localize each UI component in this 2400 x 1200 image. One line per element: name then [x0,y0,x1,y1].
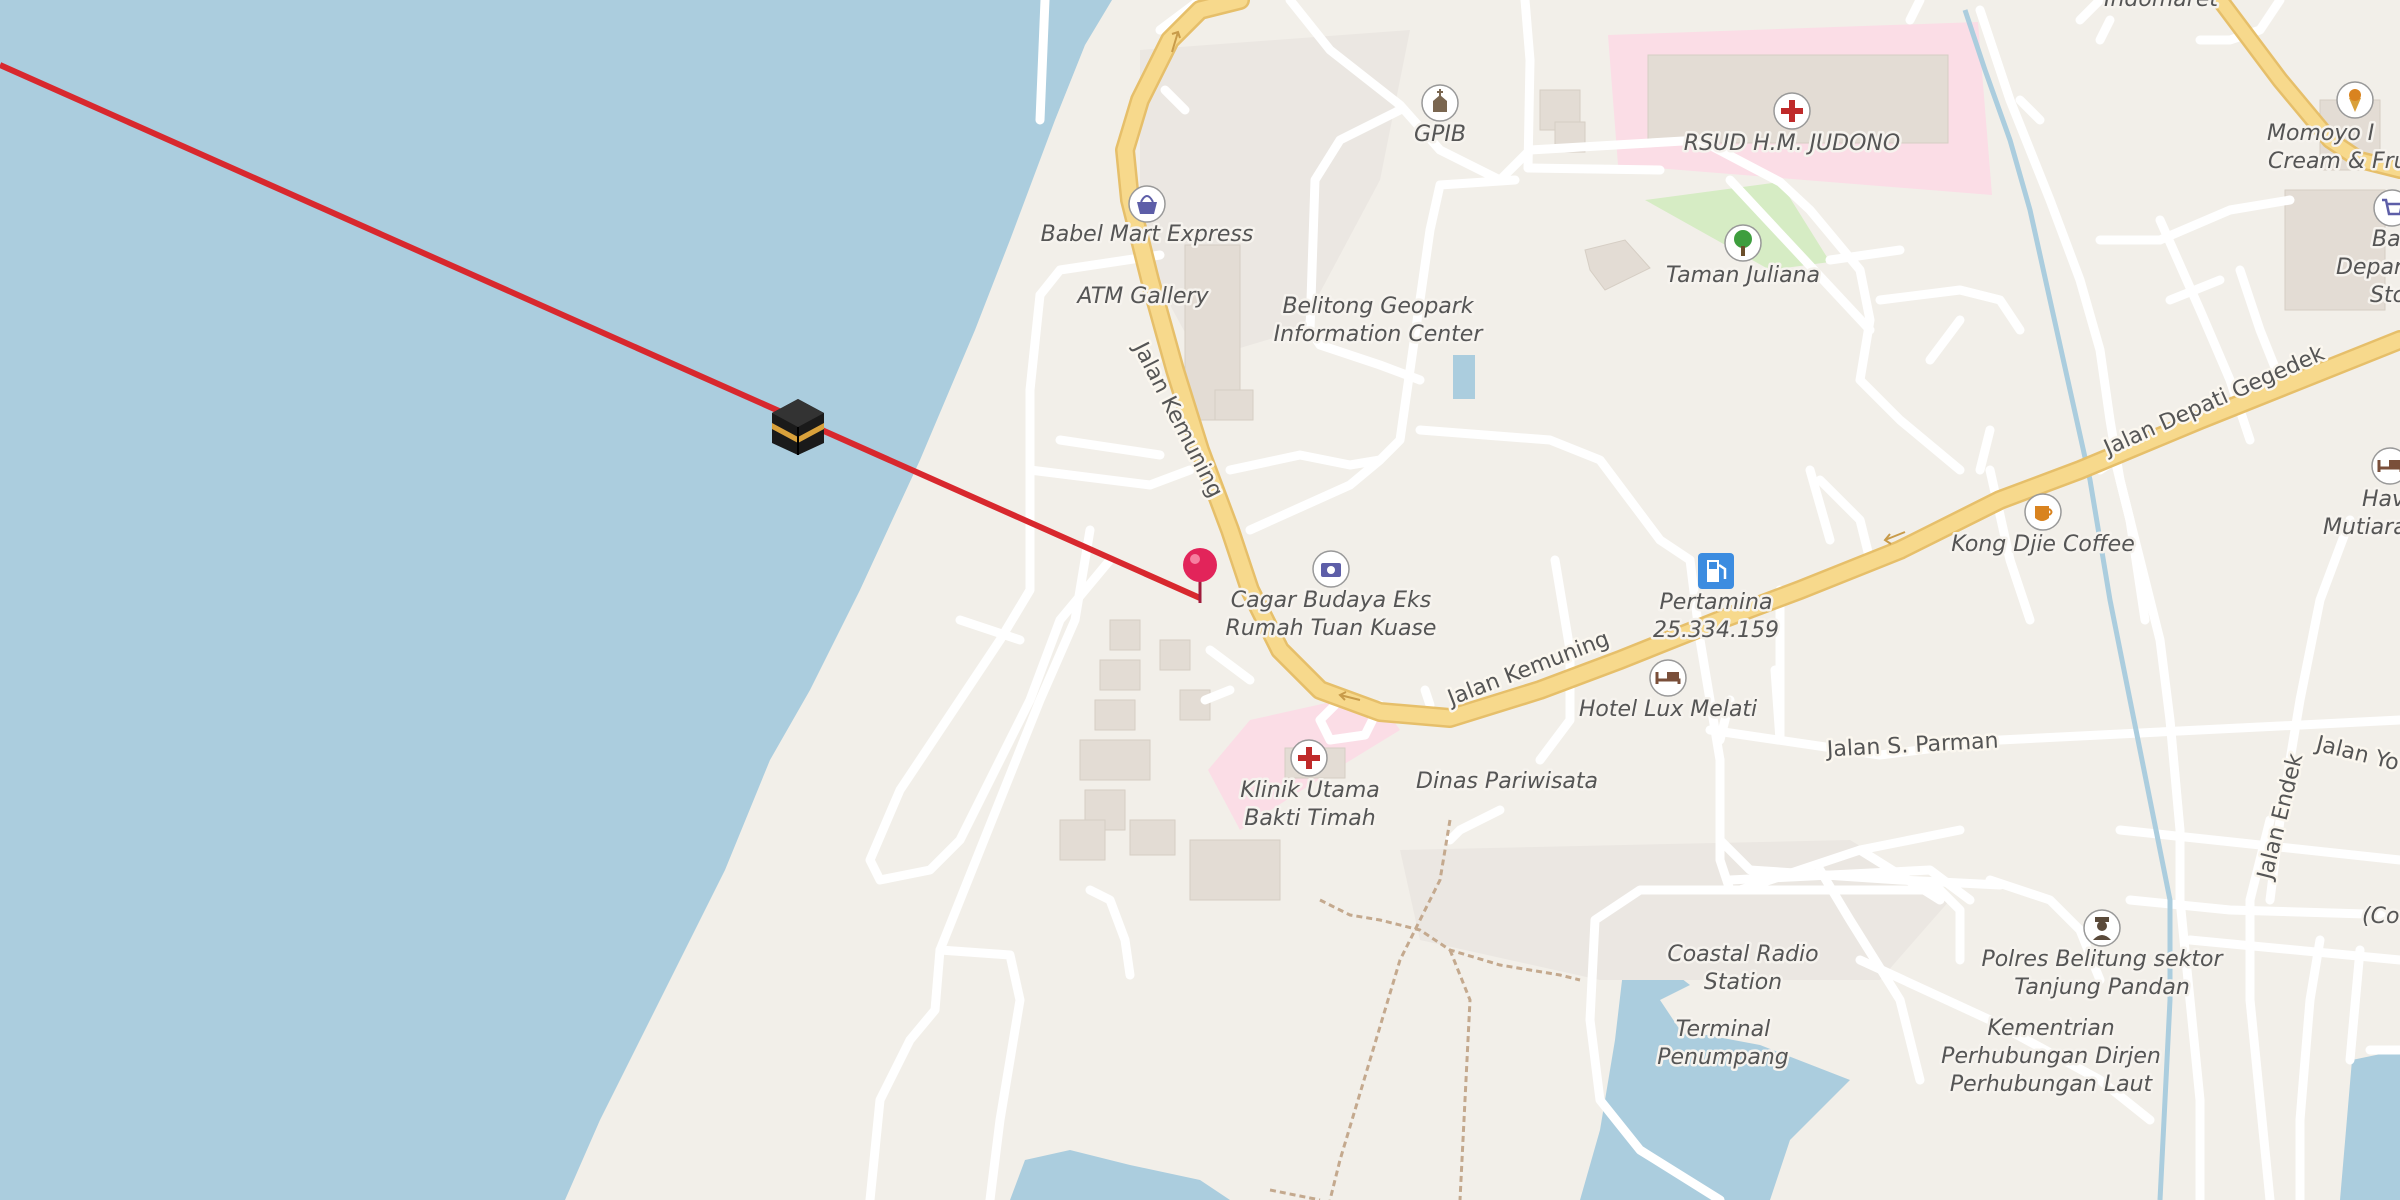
hava-label-line2[interactable]: Mutiara [2321,513,2400,543]
gpib-label[interactable]: GPIB [1412,120,1469,150]
coffee-cup-icon[interactable] [2024,493,2062,531]
col-label[interactable]: (Col [2360,902,2400,932]
kementrian-label-line3[interactable]: Perhubungan Laut [1947,1070,2156,1100]
ice-cream-icon[interactable] [2336,81,2374,119]
klinik-label-line1[interactable]: Klinik Utama [1238,776,1383,806]
church-icon[interactable] [1421,84,1459,122]
bed-icon[interactable] [1649,659,1687,697]
bato-label-line2[interactable]: Depar [2334,253,2400,283]
map-canvas[interactable]: GPIB RSUD H.M. JUDONO Momoyo I Cream & F… [0,0,2400,1200]
dinas-label[interactable]: Dinas Pariwisata [1414,767,1601,797]
hotel-lux-label[interactable]: Hotel Lux Melati [1576,695,1759,725]
momoyo-label-line1[interactable]: Momoyo I [2265,119,2377,149]
terminal-label-line1[interactable]: Terminal [1673,1015,1772,1045]
pertamina-label-line2[interactable]: 25.334.159 [1651,616,1782,646]
coastal-label-line1[interactable]: Coastal Radio [1665,940,1821,970]
geopark-label-line2[interactable]: Information Center [1271,320,1487,350]
map-svg[interactable]: GPIB RSUD H.M. JUDONO Momoyo I Cream & F… [0,0,2400,1200]
bato-label-line3[interactable]: Sto [2368,281,2400,311]
kong-djie-label[interactable]: Kong Djie Coffee [1949,530,2137,560]
hospital-cross-icon[interactable] [1773,92,1811,130]
momoyo-label-line2[interactable]: Cream & Frui [2266,147,2400,177]
coastal-label-line2[interactable]: Station [1701,968,1784,998]
police-officer-icon[interactable] [2083,909,2121,947]
hospital-cross-icon[interactable] [1290,739,1328,777]
polres-label-line2[interactable]: Tanjung Pandan [2012,973,2193,1003]
shopping-basket-icon[interactable] [1128,185,1166,223]
rsud-label[interactable]: RSUD H.M. JUDONO [1681,129,1902,159]
kementrian-label-line1[interactable]: Kementrian [1985,1014,2117,1044]
atm-gallery-label[interactable]: ATM Gallery [1073,282,1212,312]
klinik-label-line2[interactable]: Bakti Timah [1242,804,1378,834]
tree-icon[interactable] [1724,224,1762,262]
babel-mart-label[interactable]: Babel Mart Express [1038,220,1256,250]
polres-label-line1[interactable]: Polres Belitung sektor [1979,945,2227,975]
terminal-label-line2[interactable]: Penumpang [1655,1043,1792,1073]
kementrian-label-line2[interactable]: Perhubungan Dirjen [1939,1042,2164,1072]
pond-water [1453,355,1475,399]
taman-juliana-label[interactable]: Taman Juliana [1663,261,1822,291]
bato-label-line1[interactable]: Bat [2370,225,2400,255]
geopark-label-line1[interactable]: Belitong Geopark [1280,292,1477,322]
cagar-label-line1[interactable]: Cagar Budaya Eks [1228,586,1433,616]
cagar-label-line2[interactable]: Rumah Tuan Kuase [1223,614,1439,644]
fuel-pump-icon[interactable] [1698,553,1734,589]
pertamina-label-line1[interactable]: Pertamina [1657,588,1775,618]
bed-icon[interactable] [2371,447,2400,485]
hava-label-line1[interactable]: Hava [2360,485,2400,515]
camera-icon[interactable] [1312,550,1350,588]
indomaret-label[interactable]: Indomaret [2102,0,2222,15]
